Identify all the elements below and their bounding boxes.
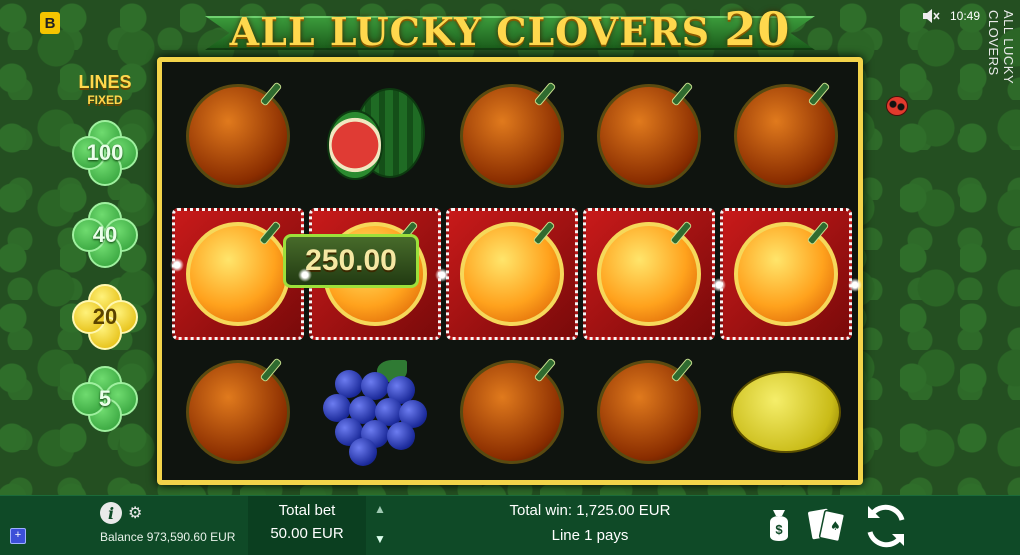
reel-cell [583,70,715,202]
grape [387,422,415,450]
reel-cell [172,346,304,478]
ladybug-icon [886,96,908,116]
plus-square-icon[interactable]: + [10,528,26,544]
balance-value: 973,590.60 EUR [146,530,236,544]
bet-increase-button[interactable]: ▲ [372,502,388,518]
total-bet-value: 50.00 EUR [270,525,344,542]
stem [533,357,557,383]
clock: 10:49 [949,9,980,23]
orange-symbol [597,81,701,188]
stem [533,81,557,107]
reel-cell [309,70,441,202]
stem [532,220,556,246]
grapes-symbol [323,360,427,466]
total-win-label: Total win: [509,502,573,519]
cards-icon[interactable]: ♠ [806,504,846,544]
lines-option-value: 20 [92,304,118,329]
line-pays-text: Line 1 pays [551,527,629,544]
orange-symbol [186,357,290,464]
reel-cell [720,346,852,478]
stem [806,220,830,246]
balance-display: Balance 973,590.60 EUR [100,530,235,544]
game-title: ALL LUCKY CLOVERS 20 [230,2,791,56]
reel-cell [583,346,715,478]
stem [259,81,283,107]
sparkle [848,278,862,292]
game-title-number: 20 [724,2,791,56]
reel-cell [720,70,852,202]
lines-title: LINES [78,72,132,92]
sparkle [712,278,726,292]
orange-symbol [734,220,838,326]
bottom-bar: + i ⚙ Balance 973,590.60 EUR Total bet 5… [0,495,1020,555]
total-bet-box: Total bet 50.00 EUR [248,496,366,555]
svg-text:♠: ♠ [830,519,841,533]
lines-label: LINES FIXED [70,72,140,107]
stem [258,220,282,246]
reel-cell [446,346,578,478]
sparkle [435,268,449,282]
reel-cell [309,346,441,478]
reel-cell [583,208,715,340]
spin-button-icon[interactable] [860,500,912,552]
lines-option-20[interactable]: 20 [72,284,138,350]
lines-option-value: 40 [92,222,118,247]
bet-decrease-button[interactable]: ▼ [372,532,388,548]
orange-symbol [597,357,701,464]
stem [669,220,693,246]
game-title-main: ALL LUCKY CLOVERS [229,9,711,54]
reel-cell [720,208,852,340]
reel-cell [446,70,578,202]
lines-option-value: 5 [98,386,112,411]
sparkle [170,258,184,272]
total-bet-label: Total bet [278,502,336,519]
vertical-game-title: ALL LUCKY CLOVERS [986,10,1016,84]
orange-symbol [186,220,290,326]
orange-symbol [460,357,564,464]
sound-muted-icon[interactable] [922,8,940,24]
balance-label: Balance [100,530,144,544]
win-info: Total win: 1,725.00 EUR Line 1 pays [470,502,710,544]
reel-cell [172,70,304,202]
reel-grid [172,70,852,478]
lines-option-100[interactable]: 100 [72,120,138,186]
stem [807,81,831,107]
lemon-symbol [731,371,841,453]
gear-icon[interactable]: ⚙ [128,503,142,523]
reel-cell [446,208,578,340]
watermelon-symbol [325,84,425,188]
brand-logo: B [40,12,60,34]
status-area: 10:49 [922,8,980,24]
grape [349,438,377,466]
reel-frame [157,57,863,485]
lines-option-5[interactable]: 5 [72,366,138,432]
game-title-banner: ALL LUCKY CLOVERS 20 [205,2,815,56]
stem [670,81,694,107]
stem [259,357,283,383]
orange-symbol [460,81,564,188]
lines-option-40[interactable]: 40 [72,202,138,268]
money-bag-icon[interactable]: $ [764,504,794,544]
info-icon[interactable]: i [100,502,122,524]
sparkle [298,268,312,282]
orange-symbol [734,81,838,188]
orange-symbol [597,220,701,326]
watermelon-slice [327,110,383,180]
stem [670,357,694,383]
lines-option-value: 100 [86,140,124,165]
orange-symbol [460,220,564,326]
orange-symbol [186,81,290,188]
lines-fixed: FIXED [87,93,123,107]
svg-text:$: $ [775,522,783,537]
total-win-value: 1,725.00 EUR [576,502,671,519]
